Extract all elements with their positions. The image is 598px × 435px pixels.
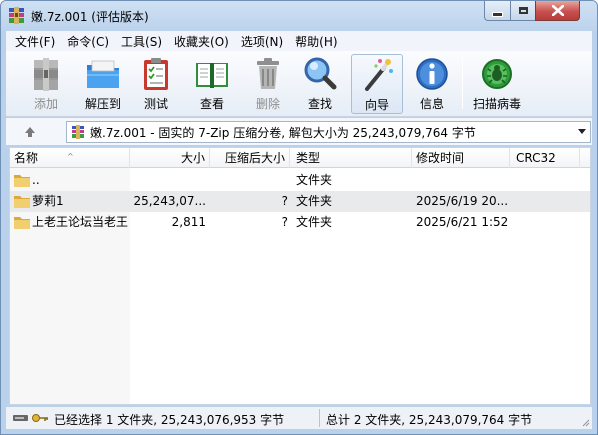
minimize-button[interactable] xyxy=(484,1,511,21)
close-button[interactable] xyxy=(535,1,580,21)
column-header: 名称 ^ 大小 压缩后大小 类型 修改时间 CRC32 xyxy=(10,148,590,168)
extract-to-label: 解压到 xyxy=(84,97,121,111)
toolbar-separator xyxy=(462,57,463,109)
drive-key-icon xyxy=(13,414,48,422)
window-title: 嫩.7z.001 (评估版本) xyxy=(31,10,149,24)
column-type[interactable]: 类型 xyxy=(290,148,412,168)
find-button[interactable]: 查找 xyxy=(300,54,340,114)
column-name[interactable]: 名称 ^ xyxy=(10,148,130,168)
up-one-level-button[interactable] xyxy=(20,122,40,142)
add-archive-icon xyxy=(34,58,58,91)
file-list[interactable]: 名称 ^ 大小 压缩后大小 类型 修改时间 CRC32 .. 文件夹 萝莉1 2… xyxy=(9,147,591,405)
winrar-app-icon xyxy=(9,7,24,24)
view-button[interactable]: 查看 xyxy=(190,54,234,114)
row-type: 文件夹 xyxy=(296,215,333,229)
sort-ascending-icon: ^ xyxy=(67,152,74,161)
total-status: 总计 2 文件夹, 25,243,079,764 字节 xyxy=(326,413,533,427)
view-book-icon xyxy=(196,63,228,88)
row-modified: 2025/6/19 20... xyxy=(416,194,509,208)
column-packed-label: 压缩后大小 xyxy=(224,151,285,165)
folder-up-icon xyxy=(14,175,30,187)
delete-label: 删除 xyxy=(255,97,280,111)
folder-icon xyxy=(14,217,30,229)
winrar-window: 嫩.7z.001 (评估版本) 文件(F) 命令(C) 工具(S) 收藏夹(O)… xyxy=(0,0,598,435)
test-clipboard-icon xyxy=(144,58,168,90)
info-button[interactable]: 信息 xyxy=(412,54,452,114)
column-modified-label: 修改时间 xyxy=(416,151,465,165)
close-icon xyxy=(551,5,564,16)
row-packed: ? xyxy=(281,194,288,208)
column-type-label: 类型 xyxy=(296,151,321,165)
menu-commands[interactable]: 命令(C) xyxy=(61,33,115,50)
minimize-icon xyxy=(492,11,503,17)
menu-bar: 文件(F) 命令(C) 工具(S) 收藏夹(O) 选项(N) 帮助(H) xyxy=(6,31,592,51)
add-button[interactable]: 添加 xyxy=(26,54,66,114)
arrow-up-icon xyxy=(25,127,35,137)
column-modified[interactable]: 修改时间 xyxy=(412,148,510,168)
info-label: 信息 xyxy=(419,97,444,111)
table-row[interactable]: 上老王论坛当老王 2,811 ? 文件夹 2025/6/21 1:52 xyxy=(10,212,590,233)
row-name: 上老王论坛当老王 xyxy=(32,215,129,229)
dropdown-arrow-icon[interactable] xyxy=(578,129,586,134)
row-size: 2,811 xyxy=(171,215,206,229)
row-packed: ? xyxy=(281,215,288,229)
table-row[interactable]: 萝莉1 25,243,07... ? 文件夹 2025/6/19 20... xyxy=(10,191,590,212)
wizard-button[interactable]: 向导 xyxy=(351,54,403,114)
row-modified: 2025/6/21 1:52 xyxy=(416,215,509,229)
selection-status: 已经选择 1 文件夹, 25,243,076,953 字节 xyxy=(54,413,285,427)
find-label: 查找 xyxy=(307,97,332,111)
archive-path-dropdown[interactable]: 嫩.7z.001 - 固实的 7-Zip 压缩分卷, 解包大小为 25,243,… xyxy=(66,121,591,143)
toolbar: 添加 解压到 测试 查看 删除 查找 向导 信息 扫描病毒 xyxy=(6,51,592,117)
magnifier-icon xyxy=(304,57,337,90)
menu-favorites[interactable]: 收藏夹(O) xyxy=(168,33,235,50)
column-crc-label: CRC32 xyxy=(516,151,556,165)
delete-button[interactable]: 删除 xyxy=(248,54,288,114)
title-bar[interactable]: 嫩.7z.001 (评估版本) xyxy=(1,1,597,31)
resize-grip-icon[interactable] xyxy=(580,417,590,427)
row-size xyxy=(131,170,206,191)
scan-virus-button[interactable]: 扫描病毒 xyxy=(470,54,524,114)
row-packed xyxy=(210,170,288,191)
menu-tools[interactable]: 工具(S) xyxy=(115,33,168,50)
winrar-archive-icon xyxy=(72,125,84,139)
add-label: 添加 xyxy=(33,97,58,111)
menu-options[interactable]: 选项(N) xyxy=(235,33,289,50)
address-bar: 嫩.7z.001 - 固实的 7-Zip 压缩分卷, 解包大小为 25,243,… xyxy=(6,118,592,145)
test-button[interactable]: 测试 xyxy=(136,54,176,114)
column-packed[interactable]: 压缩后大小 xyxy=(210,148,290,168)
folder-icon xyxy=(14,196,30,208)
archive-path-text: 嫩.7z.001 - 固实的 7-Zip 压缩分卷, 解包大小为 25,243,… xyxy=(90,125,476,140)
test-label: 测试 xyxy=(143,97,168,111)
menu-help[interactable]: 帮助(H) xyxy=(289,33,343,50)
table-row[interactable]: .. 文件夹 xyxy=(10,170,590,191)
row-modified xyxy=(416,170,514,191)
info-icon xyxy=(416,58,448,90)
row-name: .. xyxy=(32,173,40,187)
column-crc[interactable]: CRC32 xyxy=(510,148,580,168)
row-type: 文件夹 xyxy=(296,173,333,187)
trash-can-icon xyxy=(257,58,279,89)
magic-wand-icon xyxy=(365,59,393,91)
row-name: 萝莉1 xyxy=(32,194,64,208)
status-bar: 已经选择 1 文件夹, 25,243,076,953 字节 总计 2 文件夹, … xyxy=(6,407,592,429)
maximize-button[interactable] xyxy=(510,1,536,21)
row-size: 25,243,07... xyxy=(133,194,206,208)
extract-to-button[interactable]: 解压到 xyxy=(80,54,126,114)
extract-folder-icon xyxy=(87,60,119,88)
column-name-label: 名称 xyxy=(14,151,39,165)
status-divider xyxy=(319,409,320,427)
scan-virus-label: 扫描病毒 xyxy=(472,97,521,111)
column-size[interactable]: 大小 xyxy=(130,148,210,168)
view-label: 查看 xyxy=(199,97,224,111)
virus-scan-icon xyxy=(482,59,512,89)
maximize-icon xyxy=(518,7,528,14)
menu-file[interactable]: 文件(F) xyxy=(9,33,61,50)
row-type: 文件夹 xyxy=(296,194,333,208)
column-size-label: 大小 xyxy=(180,151,205,165)
wizard-label: 向导 xyxy=(364,98,389,112)
